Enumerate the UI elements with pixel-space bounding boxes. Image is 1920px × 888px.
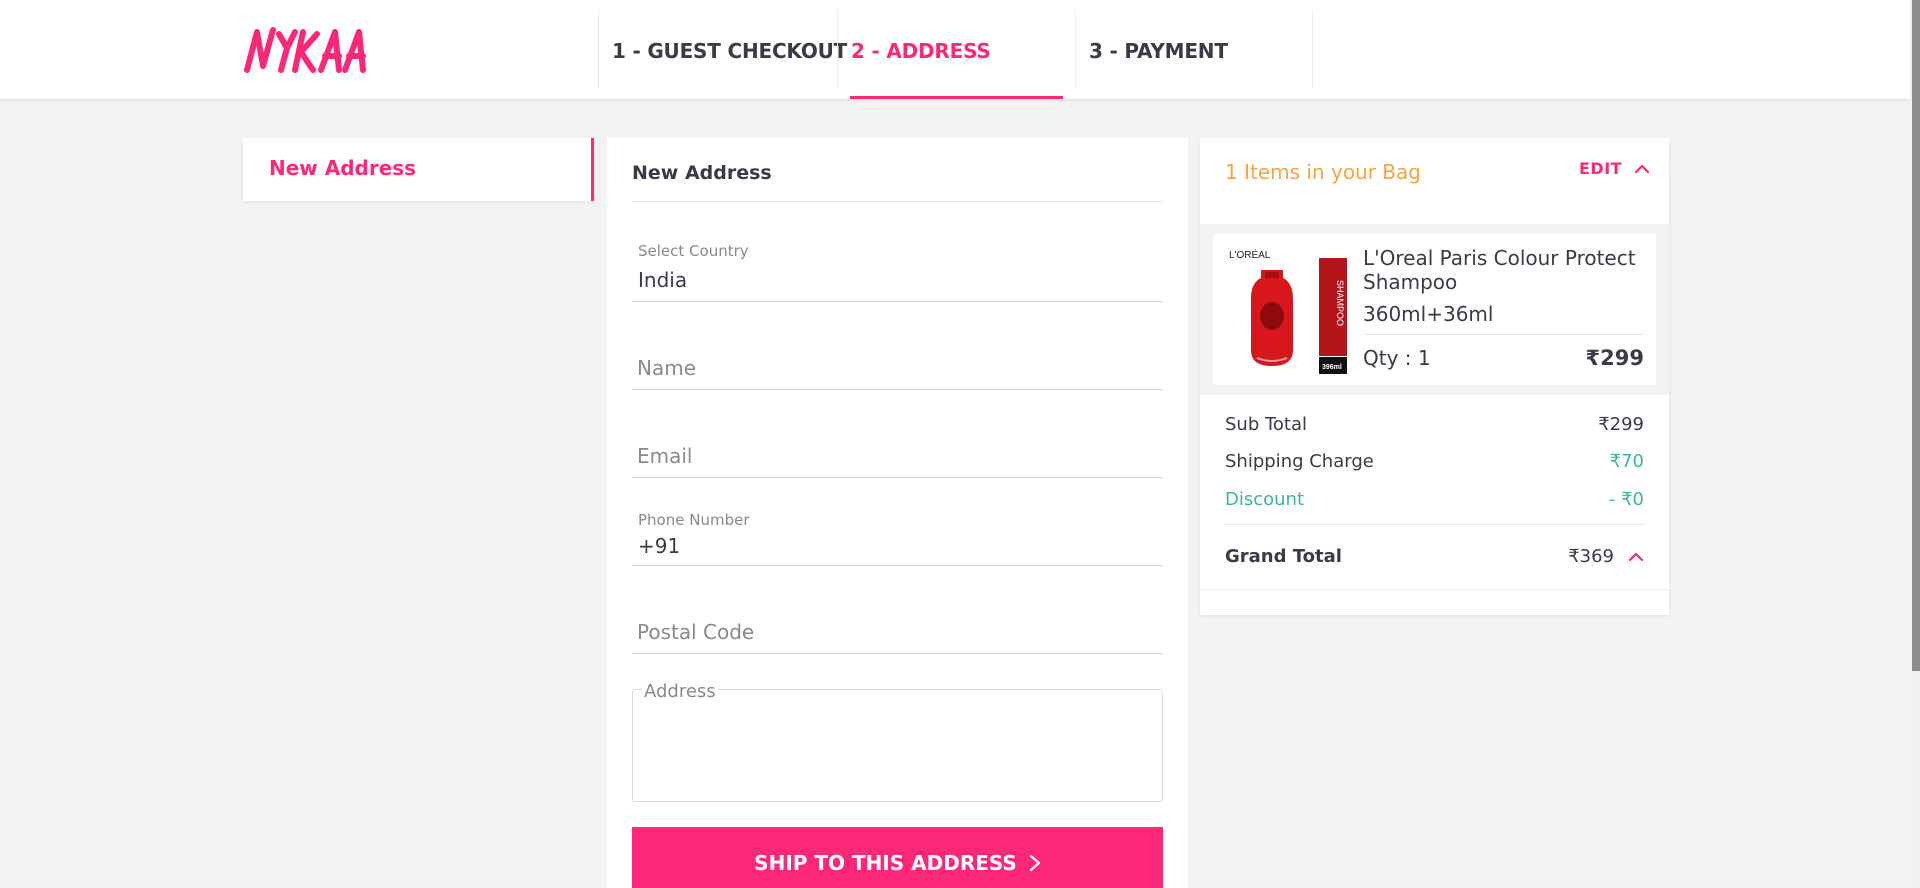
subtotal-row: Sub Total ₹299 bbox=[1225, 414, 1644, 435]
divider bbox=[1225, 524, 1644, 525]
country-label: Select Country bbox=[638, 242, 749, 260]
grand-total-row[interactable]: Grand Total ₹369 bbox=[1225, 546, 1644, 567]
bag-summary: 1 Items in your Bag EDIT L'ORÉAL SHAMPOO… bbox=[1200, 138, 1669, 615]
postal-placeholder: Postal Code bbox=[637, 620, 755, 644]
product-brand-text: L'ORÉAL bbox=[1229, 248, 1271, 261]
phone-label: Phone Number bbox=[638, 511, 750, 529]
shipping-row: Shipping Charge ₹70 bbox=[1225, 451, 1644, 472]
chevron-up-icon[interactable] bbox=[1628, 552, 1644, 562]
postal-code-field[interactable]: Postal Code bbox=[632, 594, 1163, 654]
grand-total-label: Grand Total bbox=[1225, 546, 1342, 567]
item-name[interactable]: L'Oreal Paris Colour Protect Shampoo bbox=[1363, 246, 1648, 294]
item-price: ₹299 bbox=[1585, 346, 1644, 370]
subtotal-label: Sub Total bbox=[1225, 414, 1308, 435]
country-value: India bbox=[638, 268, 688, 292]
new-address-label: New Address bbox=[269, 156, 417, 180]
form-title: New Address bbox=[632, 162, 772, 184]
bag-header: 1 Items in your Bag EDIT bbox=[1200, 138, 1669, 224]
item-size: 360ml+36ml bbox=[1363, 302, 1494, 326]
divider bbox=[1363, 334, 1644, 335]
email-field[interactable]: Email bbox=[632, 418, 1163, 478]
active-step-indicator bbox=[850, 96, 1063, 99]
bag-items: L'ORÉAL SHAMPOO 396ml L'Oreal Paris Colo… bbox=[1200, 224, 1669, 395]
address-label: Address bbox=[642, 681, 718, 702]
divider bbox=[1200, 589, 1669, 590]
step-label: 1 - GUEST CHECKOUT bbox=[612, 39, 848, 63]
grand-total-value: ₹369 bbox=[1568, 546, 1614, 567]
nykaa-logo[interactable] bbox=[243, 26, 378, 74]
edit-label: EDIT bbox=[1579, 159, 1623, 178]
discount-label: Discount bbox=[1225, 489, 1305, 510]
step-guest-checkout[interactable]: 1 - GUEST CHECKOUT bbox=[598, 10, 847, 89]
ship-button-label: SHIP TO THIS ADDRESS bbox=[754, 850, 1017, 875]
chevron-up-icon bbox=[1634, 164, 1650, 173]
discount-value: - ₹0 bbox=[1608, 489, 1644, 510]
shipping-label: Shipping Charge bbox=[1225, 451, 1374, 472]
subtotal-value: ₹299 bbox=[1598, 414, 1644, 435]
country-select[interactable]: Select Country India bbox=[632, 242, 1163, 302]
address-list-item-new[interactable]: New Address bbox=[243, 138, 594, 201]
shipping-value: ₹70 bbox=[1609, 451, 1644, 472]
item-quantity: Qty : 1 bbox=[1363, 346, 1431, 370]
phone-field[interactable]: Phone Number +91 bbox=[632, 506, 1163, 566]
step-label: 3 - PAYMENT bbox=[1089, 39, 1228, 63]
name-field[interactable]: Name bbox=[632, 330, 1163, 390]
edit-bag-button[interactable]: EDIT bbox=[1579, 159, 1650, 178]
chevron-right-icon bbox=[1029, 854, 1040, 871]
email-placeholder: Email bbox=[637, 444, 693, 468]
step-payment[interactable]: 3 - PAYMENT bbox=[1075, 10, 1313, 89]
step-address[interactable]: 2 - ADDRESS bbox=[837, 10, 1075, 89]
phone-prefix: +91 bbox=[638, 534, 681, 558]
step-label: 2 - ADDRESS bbox=[851, 39, 991, 63]
discount-row: Discount - ₹0 bbox=[1225, 489, 1644, 510]
scrollbar-thumb[interactable] bbox=[1912, 0, 1920, 671]
product-badge-text: 396ml bbox=[1322, 364, 1342, 371]
name-placeholder: Name bbox=[637, 356, 697, 380]
checkout-header: 1 - GUEST CHECKOUT 2 - ADDRESS 3 - PAYME… bbox=[0, 0, 1910, 99]
product-image[interactable]: L'ORÉAL SHAMPOO 396ml bbox=[1227, 246, 1347, 374]
product-side-text: SHAMPOO bbox=[1335, 280, 1345, 326]
divider bbox=[632, 201, 1163, 202]
ship-to-address-button[interactable]: SHIP TO THIS ADDRESS bbox=[632, 827, 1163, 888]
address-textarea[interactable]: Address bbox=[632, 681, 1163, 802]
bag-item: L'ORÉAL SHAMPOO 396ml L'Oreal Paris Colo… bbox=[1213, 234, 1656, 385]
address-form: New Address Select Country India Name Em… bbox=[607, 138, 1188, 888]
bag-title: 1 Items in your Bag bbox=[1225, 160, 1421, 184]
